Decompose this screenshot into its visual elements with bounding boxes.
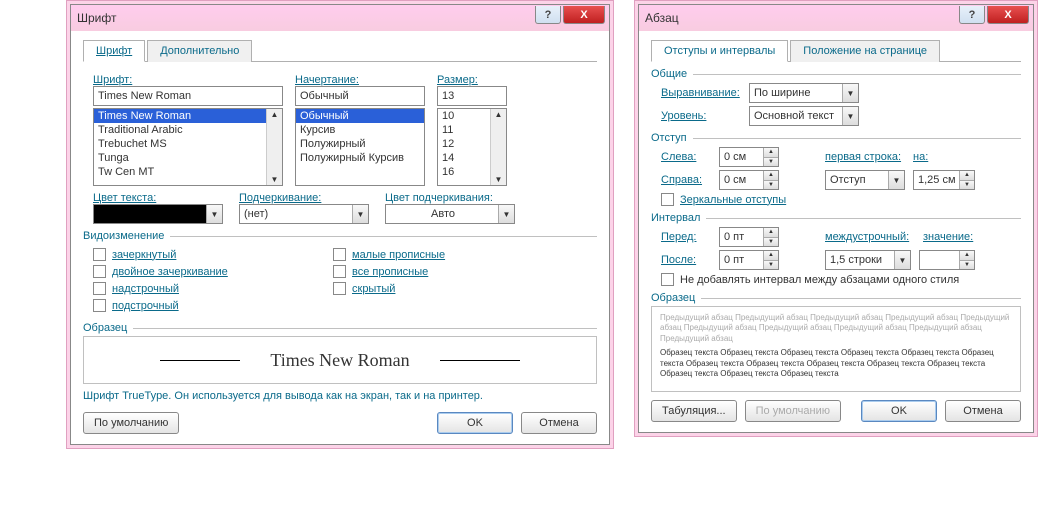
sample-text: Times New Roman [270,350,409,371]
default-button[interactable]: По умолчанию [745,400,841,422]
chk-hidden[interactable]: скрытый [333,282,553,295]
help-button[interactable]: ? [959,6,985,24]
titlebar-title: Абзац [645,11,679,25]
indent-right-spinner[interactable]: 0 см ▲▼ [719,170,779,190]
label-underline: Подчеркивание: [239,192,369,204]
chevron-down-icon: ▼ [894,251,910,269]
tabs-button[interactable]: Табуляция... [651,400,737,422]
section-general: Общие [651,68,1021,80]
label-first-line: первая строка: [825,151,905,163]
help-button[interactable]: ? [535,6,561,24]
by-spinner[interactable]: 1,25 см ▲▼ [913,170,975,190]
list-item[interactable]: Traditional Arabic [94,123,282,137]
default-button[interactable]: По умолчанию [83,412,179,434]
titlebar-paragraph[interactable]: Абзац ? X [639,5,1033,31]
label-align: Выравнивание: [661,87,741,99]
sample-preview-paragraph: Предыдущий абзац Предыдущий абзац Предыд… [651,306,1021,392]
label-size: Размер: [437,74,507,86]
tab-font[interactable]: Шрифт [83,40,145,62]
tab-indents[interactable]: Отступы и интервалы [651,40,788,62]
chevron-down-icon: ▼ [206,205,222,223]
font-list[interactable]: Times New Roman Traditional Arabic Trebu… [93,108,283,186]
label-line-spacing: междустрочный: [825,231,915,243]
level-combo[interactable]: Основной текст ▼ [749,106,859,126]
line-spacing-combo[interactable]: 1,5 строки ▼ [825,250,911,270]
scrollbar[interactable]: ▲▼ [490,109,506,185]
list-item[interactable]: Курсив [296,123,424,137]
list-item[interactable]: Times New Roman [94,109,282,123]
size-input[interactable]: 13 [437,86,507,106]
first-line-combo[interactable]: Отступ ▼ [825,170,905,190]
sample-preview: Times New Roman [83,336,597,384]
list-item[interactable]: Tw Cen MT [94,165,282,179]
indent-left-spinner[interactable]: 0 см ▲▼ [719,147,779,167]
text-color-combo[interactable]: ▼ [93,204,223,224]
label-level: Уровень: [661,110,741,122]
style-list[interactable]: Обычный Курсив Полужирный Полужирный Кур… [295,108,425,186]
label-right: Справа: [661,174,711,186]
close-button[interactable]: X [563,6,605,24]
tab-position[interactable]: Положение на странице [790,40,940,62]
label-underline-color: Цвет подчеркивания: [385,192,515,204]
section-sample-p: Образец [651,292,1021,304]
style-input[interactable]: Обычный [295,86,425,106]
list-item[interactable]: Tunga [94,151,282,165]
chevron-down-icon: ▼ [842,107,858,125]
label-value: значение: [923,231,973,243]
list-item[interactable]: Полужирный [296,137,424,151]
paragraph-dialog: Абзац ? X Отступы и интервалы Положение … [638,4,1034,433]
chk-sup[interactable]: надстрочный [93,282,313,295]
chk-dstrike[interactable]: двойное зачеркивание [93,265,313,278]
label-after: После: [661,254,711,266]
size-list[interactable]: 10 11 12 14 16 ▲▼ [437,108,507,186]
scrollbar[interactable]: ▲▼ [266,109,282,185]
after-spinner[interactable]: 0 пт ▲▼ [719,250,779,270]
label-text-color: Цвет текста: [93,192,223,204]
before-spinner[interactable]: 0 пт ▲▼ [719,227,779,247]
align-combo[interactable]: По ширине ▼ [749,83,859,103]
label-style: Начертание: [295,74,425,86]
font-input[interactable]: Times New Roman [93,86,283,106]
chk-no-space[interactable]: Не добавлять интервал между абзацами одн… [651,273,1021,286]
chk-smallcaps[interactable]: малые прописные [333,248,553,261]
section-indent: Отступ [651,132,1021,144]
titlebar-font[interactable]: Шрифт ? X [71,5,609,31]
titlebar-title: Шрифт [77,11,116,25]
list-item[interactable]: Обычный [296,109,424,123]
chevron-down-icon: ▼ [498,205,514,223]
chevron-down-icon: ▼ [888,171,904,189]
value-spinner[interactable]: ▲▼ [919,250,975,270]
chevron-down-icon: ▼ [352,205,368,223]
section-spacing: Интервал [651,212,1021,224]
underline-combo[interactable]: (нет) ▼ [239,204,369,224]
cancel-button[interactable]: Отмена [521,412,597,434]
label-left: Слева: [661,151,711,163]
ok-button[interactable]: OK [861,400,937,422]
chk-strike[interactable]: зачеркнутый [93,248,313,261]
label-by: на: [913,151,933,163]
cancel-button[interactable]: Отмена [945,400,1021,422]
label-before: Перед: [661,231,711,243]
chk-allcaps[interactable]: все прописные [333,265,553,278]
font-dialog: Шрифт ? X Шрифт Дополнительно Шрифт: Tim… [70,4,610,445]
chk-sub[interactable]: подстрочный [93,299,313,312]
section-sample: Образец [83,322,597,334]
tab-advanced[interactable]: Дополнительно [147,40,252,62]
underline-color-combo[interactable]: Авто ▼ [385,204,515,224]
section-effects: Видоизменение [83,230,597,242]
font-note: Шрифт TrueType. Он используется для выво… [83,390,597,402]
list-item[interactable]: Полужирный Курсив [296,151,424,165]
close-button[interactable]: X [987,6,1029,24]
label-font: Шрифт: [93,74,283,86]
chk-mirror[interactable]: Зеркальные отступы [651,193,1021,206]
list-item[interactable]: Trebuchet MS [94,137,282,151]
chevron-down-icon: ▼ [842,84,858,102]
ok-button[interactable]: OK [437,412,513,434]
